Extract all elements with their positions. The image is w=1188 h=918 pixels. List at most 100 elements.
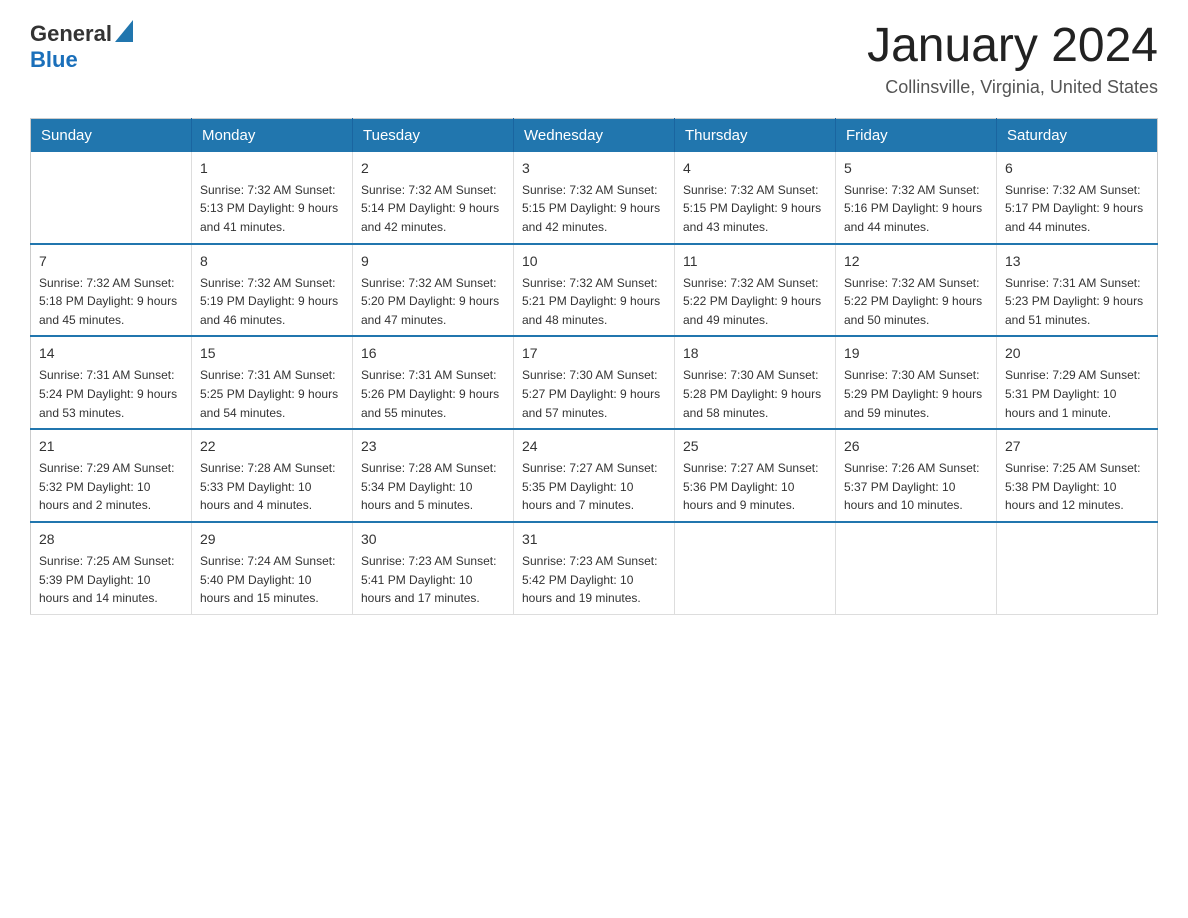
day-number: 16 [361,343,505,364]
calendar-day-cell: 30Sunrise: 7:23 AM Sunset: 5:41 PM Dayli… [353,522,514,614]
calendar-day-cell: 29Sunrise: 7:24 AM Sunset: 5:40 PM Dayli… [192,522,353,614]
title-section: January 2024 Collinsville, Virginia, Uni… [867,20,1158,98]
calendar-day-cell: 24Sunrise: 7:27 AM Sunset: 5:35 PM Dayli… [514,429,675,522]
calendar-week-row: 28Sunrise: 7:25 AM Sunset: 5:39 PM Dayli… [31,522,1158,614]
day-info: Sunrise: 7:30 AM Sunset: 5:27 PM Dayligh… [522,366,666,422]
day-number: 17 [522,343,666,364]
calendar-day-cell: 2Sunrise: 7:32 AM Sunset: 5:14 PM Daylig… [353,152,514,244]
calendar-day-cell: 27Sunrise: 7:25 AM Sunset: 5:38 PM Dayli… [997,429,1158,522]
calendar-day-cell: 12Sunrise: 7:32 AM Sunset: 5:22 PM Dayli… [836,244,997,337]
day-number: 14 [39,343,183,364]
day-info: Sunrise: 7:28 AM Sunset: 5:34 PM Dayligh… [361,459,505,515]
weekday-header: Tuesday [353,118,514,152]
calendar-day-cell: 21Sunrise: 7:29 AM Sunset: 5:32 PM Dayli… [31,429,192,522]
day-info: Sunrise: 7:31 AM Sunset: 5:26 PM Dayligh… [361,366,505,422]
calendar-day-cell: 17Sunrise: 7:30 AM Sunset: 5:27 PM Dayli… [514,336,675,429]
day-number: 12 [844,251,988,272]
calendar-day-cell: 20Sunrise: 7:29 AM Sunset: 5:31 PM Dayli… [997,336,1158,429]
day-info: Sunrise: 7:25 AM Sunset: 5:39 PM Dayligh… [39,552,183,608]
day-info: Sunrise: 7:30 AM Sunset: 5:29 PM Dayligh… [844,366,988,422]
day-info: Sunrise: 7:27 AM Sunset: 5:36 PM Dayligh… [683,459,827,515]
calendar-day-cell: 8Sunrise: 7:32 AM Sunset: 5:19 PM Daylig… [192,244,353,337]
day-number: 19 [844,343,988,364]
day-number: 1 [200,158,344,179]
day-info: Sunrise: 7:32 AM Sunset: 5:18 PM Dayligh… [39,274,183,330]
day-number: 26 [844,436,988,457]
calendar-day-cell: 23Sunrise: 7:28 AM Sunset: 5:34 PM Dayli… [353,429,514,522]
calendar-week-row: 1Sunrise: 7:32 AM Sunset: 5:13 PM Daylig… [31,152,1158,244]
logo-blue: Blue [30,47,78,73]
day-info: Sunrise: 7:32 AM Sunset: 5:19 PM Dayligh… [200,274,344,330]
day-info: Sunrise: 7:28 AM Sunset: 5:33 PM Dayligh… [200,459,344,515]
day-number: 28 [39,529,183,550]
calendar-day-cell [836,522,997,614]
weekday-header: Thursday [675,118,836,152]
calendar-day-cell: 14Sunrise: 7:31 AM Sunset: 5:24 PM Dayli… [31,336,192,429]
logo-triangle-icon [115,20,133,47]
day-number: 22 [200,436,344,457]
day-number: 31 [522,529,666,550]
day-info: Sunrise: 7:32 AM Sunset: 5:20 PM Dayligh… [361,274,505,330]
calendar-week-row: 14Sunrise: 7:31 AM Sunset: 5:24 PM Dayli… [31,336,1158,429]
day-number: 4 [683,158,827,179]
weekday-header: Saturday [997,118,1158,152]
day-info: Sunrise: 7:24 AM Sunset: 5:40 PM Dayligh… [200,552,344,608]
day-number: 23 [361,436,505,457]
day-number: 25 [683,436,827,457]
calendar-header-row: SundayMondayTuesdayWednesdayThursdayFrid… [31,118,1158,152]
day-number: 30 [361,529,505,550]
day-number: 20 [1005,343,1149,364]
day-number: 3 [522,158,666,179]
day-info: Sunrise: 7:32 AM Sunset: 5:22 PM Dayligh… [683,274,827,330]
day-info: Sunrise: 7:31 AM Sunset: 5:24 PM Dayligh… [39,366,183,422]
day-number: 29 [200,529,344,550]
day-info: Sunrise: 7:32 AM Sunset: 5:15 PM Dayligh… [683,181,827,237]
weekday-header: Friday [836,118,997,152]
day-info: Sunrise: 7:25 AM Sunset: 5:38 PM Dayligh… [1005,459,1149,515]
calendar-day-cell: 7Sunrise: 7:32 AM Sunset: 5:18 PM Daylig… [31,244,192,337]
day-info: Sunrise: 7:23 AM Sunset: 5:41 PM Dayligh… [361,552,505,608]
logo-general: General [30,21,112,47]
day-number: 18 [683,343,827,364]
page-header: General Blue January 2024 Collinsville, … [30,20,1158,98]
day-info: Sunrise: 7:32 AM Sunset: 5:14 PM Dayligh… [361,181,505,237]
calendar-day-cell: 19Sunrise: 7:30 AM Sunset: 5:29 PM Dayli… [836,336,997,429]
calendar-day-cell: 28Sunrise: 7:25 AM Sunset: 5:39 PM Dayli… [31,522,192,614]
calendar-day-cell: 5Sunrise: 7:32 AM Sunset: 5:16 PM Daylig… [836,152,997,244]
calendar-day-cell: 6Sunrise: 7:32 AM Sunset: 5:17 PM Daylig… [997,152,1158,244]
calendar-week-row: 7Sunrise: 7:32 AM Sunset: 5:18 PM Daylig… [31,244,1158,337]
day-info: Sunrise: 7:32 AM Sunset: 5:21 PM Dayligh… [522,274,666,330]
day-info: Sunrise: 7:30 AM Sunset: 5:28 PM Dayligh… [683,366,827,422]
calendar-day-cell [31,152,192,244]
day-number: 5 [844,158,988,179]
calendar-day-cell: 13Sunrise: 7:31 AM Sunset: 5:23 PM Dayli… [997,244,1158,337]
day-number: 10 [522,251,666,272]
day-number: 21 [39,436,183,457]
day-number: 24 [522,436,666,457]
weekday-header: Monday [192,118,353,152]
day-info: Sunrise: 7:27 AM Sunset: 5:35 PM Dayligh… [522,459,666,515]
day-info: Sunrise: 7:31 AM Sunset: 5:23 PM Dayligh… [1005,274,1149,330]
calendar-day-cell: 18Sunrise: 7:30 AM Sunset: 5:28 PM Dayli… [675,336,836,429]
weekday-header: Wednesday [514,118,675,152]
calendar-day-cell: 31Sunrise: 7:23 AM Sunset: 5:42 PM Dayli… [514,522,675,614]
day-number: 6 [1005,158,1149,179]
day-info: Sunrise: 7:29 AM Sunset: 5:32 PM Dayligh… [39,459,183,515]
day-info: Sunrise: 7:32 AM Sunset: 5:22 PM Dayligh… [844,274,988,330]
weekday-header: Sunday [31,118,192,152]
calendar-day-cell: 4Sunrise: 7:32 AM Sunset: 5:15 PM Daylig… [675,152,836,244]
day-info: Sunrise: 7:32 AM Sunset: 5:15 PM Dayligh… [522,181,666,237]
calendar-day-cell [997,522,1158,614]
day-info: Sunrise: 7:32 AM Sunset: 5:16 PM Dayligh… [844,181,988,237]
day-number: 13 [1005,251,1149,272]
calendar-day-cell: 16Sunrise: 7:31 AM Sunset: 5:26 PM Dayli… [353,336,514,429]
logo: General Blue [30,20,133,73]
month-title: January 2024 [867,20,1158,73]
calendar-day-cell: 26Sunrise: 7:26 AM Sunset: 5:37 PM Dayli… [836,429,997,522]
day-number: 9 [361,251,505,272]
day-info: Sunrise: 7:31 AM Sunset: 5:25 PM Dayligh… [200,366,344,422]
calendar-week-row: 21Sunrise: 7:29 AM Sunset: 5:32 PM Dayli… [31,429,1158,522]
calendar-day-cell: 9Sunrise: 7:32 AM Sunset: 5:20 PM Daylig… [353,244,514,337]
day-number: 11 [683,251,827,272]
day-info: Sunrise: 7:32 AM Sunset: 5:13 PM Dayligh… [200,181,344,237]
